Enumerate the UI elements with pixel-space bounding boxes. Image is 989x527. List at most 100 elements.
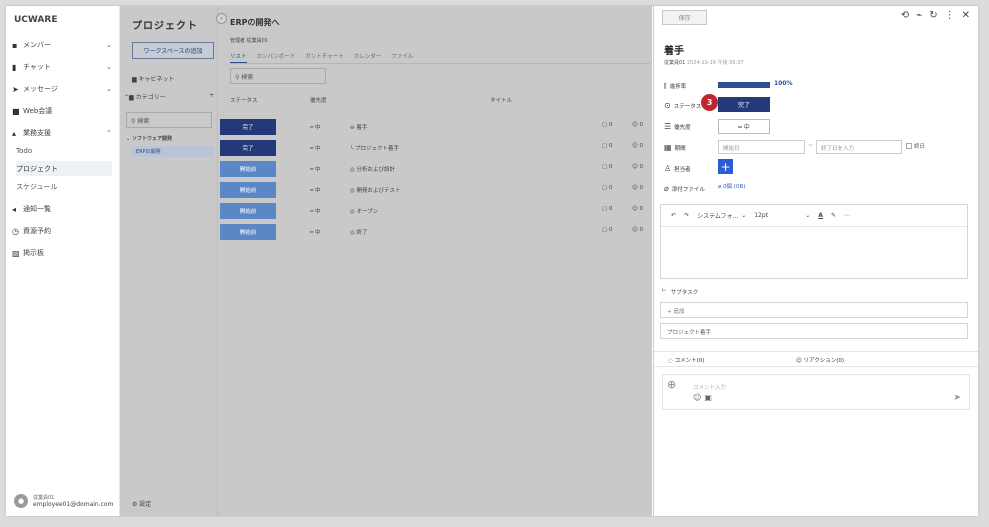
- history-icon[interactable]: ⟲: [901, 10, 909, 21]
- send-icon[interactable]: ➤: [953, 393, 961, 403]
- nav-item-web-meeting[interactable]: ■ Web会議: [12, 102, 116, 120]
- emoji-icon[interactable]: ☺: [693, 393, 701, 402]
- row-comments[interactable]: ▢ 0: [602, 143, 612, 149]
- undo-icon[interactable]: ↶: [671, 212, 676, 219]
- tree-item-erp[interactable]: ERPの開発: [132, 146, 214, 157]
- row-comments[interactable]: ▢ 0: [602, 122, 612, 128]
- tab-kanban[interactable]: カンバンボード: [257, 52, 296, 63]
- font-select[interactable]: システムフォ... ⌄: [697, 211, 746, 220]
- row-reactions[interactable]: ☺ 0: [632, 143, 643, 149]
- cabinet-item[interactable]: ▆ キャビネット: [132, 74, 175, 83]
- nav-sub-project[interactable]: プロジェクト: [16, 161, 112, 176]
- tab-calendar[interactable]: カレンダー: [354, 52, 382, 63]
- nav-item-work-support[interactable]: ▴ 業務支援 ⌃: [12, 124, 116, 142]
- row-status[interactable]: 開始前: [220, 161, 276, 177]
- more-icon[interactable]: ⋮: [945, 10, 955, 21]
- row-reactions[interactable]: ☺ 0: [632, 164, 643, 170]
- highlight-icon[interactable]: ✎: [831, 212, 836, 219]
- row-reactions[interactable]: ☺ 0: [632, 122, 643, 128]
- table-row[interactable]: 完了 ═ 中 ⊖ 着手 ▢ 0 ☺ 0: [220, 119, 650, 135]
- category-header[interactable]: ⌃▆ カテゴリー +: [124, 92, 214, 101]
- comment-box[interactable]: ⊕ コメント入力 ☺ ▣ ➤: [662, 374, 970, 410]
- nav-item-message[interactable]: ➤ メッセージ ⌄: [12, 80, 116, 98]
- redo-icon[interactable]: ↷: [684, 212, 689, 219]
- row-title[interactable]: ⊖ 着手: [350, 123, 367, 131]
- tab-list[interactable]: リスト: [230, 52, 247, 63]
- list-search-input[interactable]: ⚲ 検索: [230, 68, 326, 84]
- table-row[interactable]: 完了 ═ 中 └ プロジェクト着手 ▢ 0 ☺ 0: [220, 140, 650, 156]
- reactions-tab[interactable]: ☺ リアクション(0): [796, 356, 844, 364]
- refresh-icon[interactable]: ↻: [929, 10, 937, 21]
- row-comments[interactable]: ▢ 0: [602, 185, 612, 191]
- nav-item-members[interactable]: ▪ メンバー ⌄: [12, 36, 116, 54]
- settings-button[interactable]: ⚙ 設定: [132, 499, 151, 508]
- close-icon[interactable]: ✕: [962, 10, 970, 21]
- row-comments[interactable]: ▢ 0: [602, 227, 612, 233]
- reaction-count: 0: [639, 185, 643, 191]
- subtask-item[interactable]: プロジェクト着手: [660, 323, 968, 339]
- size-select[interactable]: 12pt ⌄: [754, 212, 810, 219]
- comment-icon: ▢: [602, 185, 609, 191]
- priority-select[interactable]: ═ 中: [718, 119, 770, 134]
- table-row[interactable]: 開始前 ═ 中 ◎ オープン ▢ 0 ☺ 0: [220, 203, 650, 219]
- table-row[interactable]: 開始前 ═ 中 ◎ 終了 ▢ 0 ☺ 0: [220, 224, 650, 240]
- category-search-input[interactable]: ⚲ 検索: [126, 112, 212, 128]
- comments-tab[interactable]: ◌ コメント(0): [668, 356, 704, 364]
- nav-item-notices[interactable]: ◂ 通知一覧: [12, 200, 116, 218]
- description-editor[interactable]: ↶ ↷ システムフォ... ⌄ 12pt ⌄ A ✎ ⋯: [660, 204, 968, 279]
- more-horizontal-icon[interactable]: ⋯: [844, 212, 850, 219]
- task-title[interactable]: 着手: [664, 42, 684, 57]
- date-separator: ~: [808, 142, 814, 149]
- tab-gantt[interactable]: ガントチャート: [305, 52, 343, 63]
- nav-sub-schedule[interactable]: スケジュール: [16, 179, 112, 194]
- allday-checkbox[interactable]: 終日: [906, 142, 925, 150]
- tree-item-software[interactable]: ⌄ ソフトウェア開発: [126, 135, 172, 142]
- save-button[interactable]: 保存: [662, 10, 707, 25]
- table-row[interactable]: 開始前 ═ 中 ◎ 分析および設計 ▢ 0 ☺ 0: [220, 161, 650, 177]
- status-select[interactable]: 完了: [718, 97, 770, 112]
- row-reactions[interactable]: ☺ 0: [632, 206, 643, 212]
- attach-button[interactable]: ⌀ 0個 (0B): [718, 182, 745, 190]
- nav-item-board[interactable]: ▨ 掲示板: [12, 244, 116, 262]
- end-date-input[interactable]: 終了日を入力: [816, 140, 902, 154]
- start-date-input[interactable]: 開始日: [718, 140, 805, 154]
- add-workspace-button[interactable]: ワークスペースの追加: [132, 42, 214, 59]
- row-status[interactable]: 開始前: [220, 203, 276, 219]
- status-label: ⊙ ステータス: [664, 101, 702, 110]
- nav-sub-todo[interactable]: Todo: [16, 143, 112, 158]
- row-status[interactable]: 開始前: [220, 182, 276, 198]
- row-reactions[interactable]: ☺ 0: [632, 185, 643, 191]
- plus-icon[interactable]: +: [209, 92, 214, 101]
- row-title[interactable]: ◎ 開発およびテスト: [350, 186, 401, 194]
- nav-item-chat[interactable]: ▮ チャット ⌄: [12, 58, 116, 76]
- row-status[interactable]: 開始前: [220, 224, 276, 240]
- comment-icon: ▢: [602, 122, 609, 128]
- user-profile[interactable]: ● 従業員01 employee01@domain.com: [14, 494, 113, 508]
- text-color-icon[interactable]: A: [818, 212, 823, 219]
- paperclip-icon: ⌀: [664, 184, 669, 193]
- link-icon[interactable]: ⌁: [916, 10, 922, 21]
- project-sidebar: プロジェクト ‹ ワークスペースの追加 ▆ キャビネット ⌃▆ カテゴリー + ⚲…: [120, 6, 227, 516]
- row-title[interactable]: └ プロジェクト着手: [350, 144, 399, 152]
- row-title[interactable]: ◎ オープン: [350, 207, 378, 215]
- row-comments[interactable]: ▢ 0: [602, 206, 612, 212]
- row-title[interactable]: ◎ 終了: [350, 228, 368, 236]
- add-assignee-button[interactable]: +: [718, 159, 733, 174]
- dimmed-background: プロジェクト ‹ ワークスペースの追加 ▆ キャビネット ⌃▆ カテゴリー + ⚲…: [120, 6, 652, 516]
- row-status[interactable]: 完了: [220, 119, 276, 135]
- add-subtask-input[interactable]: + 追加: [660, 302, 968, 318]
- row-reactions[interactable]: ☺ 0: [632, 227, 643, 233]
- table-row[interactable]: 開始前 ═ 中 ◎ 開発およびテスト ▢ 0 ☺ 0: [220, 182, 650, 198]
- comment-input[interactable]: コメント入力: [693, 383, 726, 391]
- chat-icon: ▮: [12, 62, 17, 72]
- row-status[interactable]: 完了: [220, 140, 276, 156]
- image-icon[interactable]: ▣: [704, 393, 712, 402]
- row-title[interactable]: ◎ 分析および設計: [350, 165, 395, 173]
- nav-item-resource[interactable]: ◷ 資源予約: [12, 222, 116, 240]
- progress-bar: [718, 82, 770, 88]
- row-comments[interactable]: ▢ 0: [602, 164, 612, 170]
- tab-file[interactable]: ファイル: [391, 52, 413, 63]
- add-circle-icon[interactable]: ⊕: [667, 378, 676, 391]
- clock-icon: ◷: [12, 226, 19, 236]
- reaction-count: 0: [639, 143, 643, 149]
